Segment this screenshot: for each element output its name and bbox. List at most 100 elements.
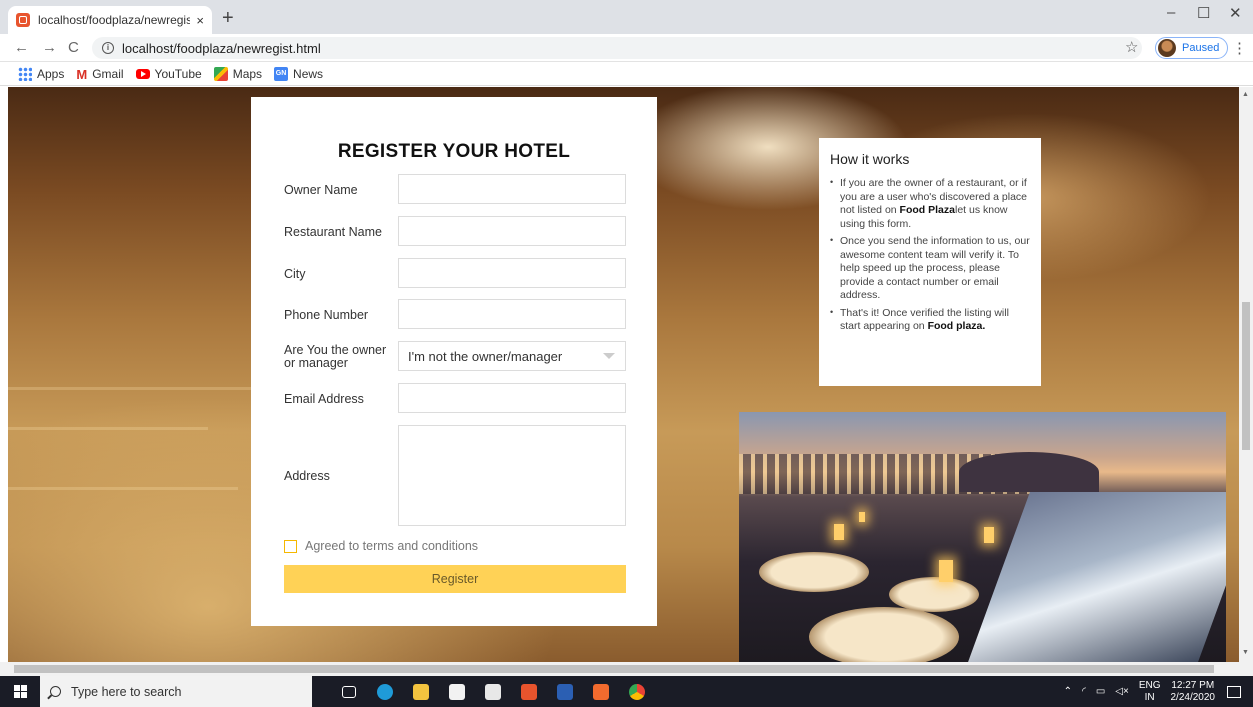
- email-input[interactable]: [398, 383, 626, 413]
- minimize-button[interactable]: –: [1167, 4, 1175, 21]
- register-button[interactable]: Register: [284, 565, 626, 593]
- profile-button[interactable]: Paused: [1155, 37, 1229, 59]
- photo-lantern: [859, 512, 865, 522]
- brand-name: Food Plaza: [899, 204, 955, 216]
- owner-manager-selected: I'm not the owner/manager: [408, 349, 563, 364]
- reload-button[interactable]: C: [68, 39, 79, 56]
- clock-time: 12:27 PM: [1171, 679, 1215, 691]
- menu-kebab-icon[interactable]: ⋮: [1232, 39, 1247, 57]
- scroll-thumb[interactable]: [14, 665, 1214, 673]
- photo-cliff: [959, 452, 1099, 492]
- bookmark-star-icon[interactable]: ☆: [1125, 38, 1138, 56]
- phone-input[interactable]: [398, 299, 626, 329]
- background-streak: [8, 427, 208, 430]
- photo-table: [809, 607, 959, 662]
- brand-name: Food plaza.: [927, 320, 986, 332]
- system-tray: ⌃ ◜ ▭ ◁× ENG IN 12:27 PM 2/24/2020: [1064, 676, 1253, 707]
- taskbar-search[interactable]: Type here to search: [40, 676, 312, 707]
- windows-taskbar: Type here to search ⌃ ◜ ▭ ◁× ENG IN 12:2…: [0, 676, 1253, 707]
- xampp-favicon-icon: [16, 13, 30, 27]
- form-title: REGISTER YOUR HOTEL: [337, 141, 571, 162]
- store-icon[interactable]: [440, 676, 474, 707]
- city-input[interactable]: [398, 258, 626, 288]
- edge-icon[interactable]: [368, 676, 402, 707]
- scroll-down-icon[interactable]: ▼: [1242, 649, 1249, 656]
- owner-manager-label-line1: Are You the owner: [284, 343, 387, 357]
- youtube-icon: [135, 68, 150, 79]
- scroll-thumb[interactable]: [1242, 302, 1250, 450]
- how-it-works-panel: How it works If you are the owner of a r…: [819, 138, 1041, 386]
- xampp-icon[interactable]: [584, 676, 618, 707]
- city-label: City: [284, 267, 306, 281]
- background-streak: [8, 487, 238, 490]
- bookmark-apps[interactable]: Apps: [18, 66, 65, 81]
- bookmark-label: YouTube: [154, 66, 202, 81]
- owner-manager-select[interactable]: I'm not the owner/manager: [398, 341, 626, 371]
- mail-icon[interactable]: [476, 676, 510, 707]
- notification-icon[interactable]: [1227, 685, 1241, 698]
- forward-button[interactable]: →: [42, 39, 57, 56]
- owner-name-input[interactable]: [398, 174, 626, 204]
- volume-icon[interactable]: ◁×: [1115, 686, 1129, 697]
- terms-checkbox[interactable]: [284, 539, 297, 553]
- windows-start-icon[interactable]: [0, 676, 40, 707]
- address-label: Address: [284, 469, 330, 483]
- file-explorer-icon[interactable]: [404, 676, 438, 707]
- owner-name-label: Owner Name: [284, 183, 358, 197]
- tray-chevron-icon[interactable]: ⌃: [1064, 686, 1072, 697]
- new-tab-button[interactable]: +: [222, 8, 234, 28]
- chrome-icon[interactable]: [620, 676, 654, 707]
- tab-close-icon[interactable]: ×: [196, 13, 204, 28]
- tab-strip: localhost/foodplaza/newregist.ht × + – ☐…: [0, 0, 1253, 34]
- list-item: Once you send the information to us, our…: [830, 234, 1031, 303]
- owner-manager-label-line2: or manager: [284, 356, 348, 370]
- restaurant-name-label: Restaurant Name: [284, 225, 382, 239]
- bookmark-news[interactable]: GN News: [274, 66, 323, 81]
- profile-status: Paused: [1182, 42, 1220, 54]
- battery-icon[interactable]: ▭: [1096, 686, 1105, 697]
- lang-line2: IN: [1144, 691, 1155, 703]
- clock[interactable]: 12:27 PM 2/24/2020: [1171, 680, 1216, 704]
- restaurant-name-input[interactable]: [398, 216, 626, 246]
- bookmark-label: Maps: [232, 66, 263, 81]
- maximize-button[interactable]: ☐: [1197, 4, 1210, 22]
- horizontal-scrollbar[interactable]: [0, 662, 1253, 676]
- site-info-icon[interactable]: i: [102, 42, 114, 54]
- maps-icon: [213, 66, 228, 81]
- how-it-works-list: If you are the owner of a restaurant, or…: [830, 176, 1031, 334]
- lang-line1: ENG: [1138, 679, 1161, 691]
- address-bar[interactable]: i localhost/foodplaza/newregist.html: [92, 37, 1142, 59]
- task-view-icon[interactable]: [332, 676, 366, 707]
- browser-tab[interactable]: localhost/foodplaza/newregist.ht ×: [8, 6, 212, 34]
- bookmarks-bar: Apps M Gmail YouTube Maps GN News: [0, 62, 1253, 86]
- word-icon[interactable]: [548, 676, 582, 707]
- bookmark-maps[interactable]: Maps: [213, 66, 263, 81]
- terms-label: Agreed to terms and conditions: [305, 539, 479, 553]
- phone-label: Phone Number: [284, 308, 369, 322]
- vertical-scrollbar[interactable]: ▲ ▼: [1239, 87, 1253, 662]
- address-textarea[interactable]: [398, 425, 626, 526]
- how-it-works-title: How it works: [830, 151, 910, 167]
- url-text: localhost/foodplaza/newregist.html: [122, 40, 321, 56]
- bookmark-gmail[interactable]: M Gmail: [76, 66, 124, 82]
- network-icon[interactable]: ◜: [1082, 686, 1086, 697]
- photo-table: [889, 577, 979, 612]
- scroll-up-icon[interactable]: ▲: [1242, 91, 1249, 98]
- back-button[interactable]: ←: [14, 39, 29, 56]
- close-window-button[interactable]: ✕: [1229, 4, 1242, 22]
- item2-text: Once you send the information to us, our…: [840, 235, 1030, 301]
- photo-lantern: [834, 524, 844, 540]
- bookmark-youtube[interactable]: YouTube: [135, 66, 202, 81]
- photo-lantern: [939, 560, 953, 582]
- list-item: If you are the owner of a restaurant, or…: [830, 176, 1031, 231]
- language-indicator[interactable]: ENG IN: [1139, 680, 1161, 704]
- bookmark-label: Gmail: [92, 66, 124, 81]
- gmail-icon: M: [76, 66, 88, 82]
- search-icon: [50, 686, 61, 697]
- photo-lantern: [984, 527, 994, 543]
- background-streak: [8, 387, 268, 390]
- avatar: [1158, 39, 1176, 57]
- bookmark-label: Apps: [37, 66, 65, 81]
- email-label: Email Address: [284, 392, 364, 406]
- office-icon[interactable]: [512, 676, 546, 707]
